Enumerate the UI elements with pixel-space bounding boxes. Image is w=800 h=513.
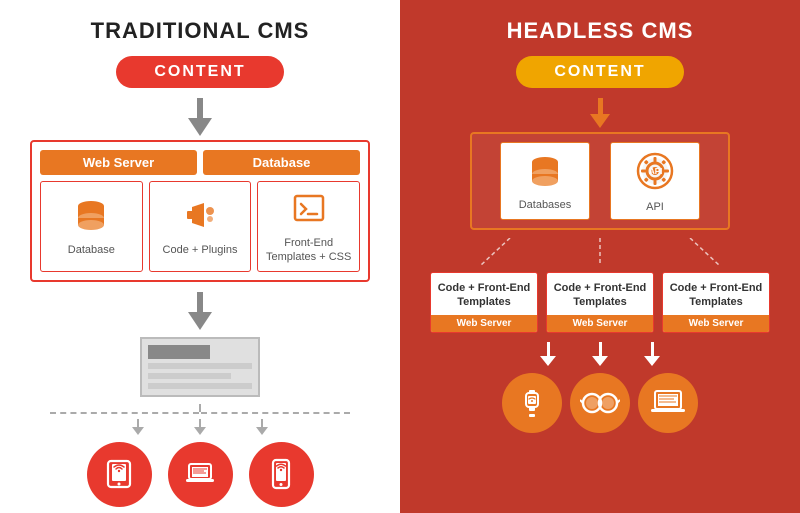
plugin-icon [182,197,218,238]
phone-device [249,442,314,507]
web-server-label: Web Server [40,150,197,175]
traditional-cms-box: Web Server Database Database [30,140,370,282]
headless-content-arrow [590,98,610,128]
traditional-title: TRADITIONAL CMS [91,18,310,44]
traditional-header-row: Web Server Database [40,150,360,175]
server-box-2-label: Web Server [547,315,653,332]
server-box-1-text: Code + Front-End Templates [437,281,531,310]
server-box-2-text: Code + Front-End Templates [553,281,647,310]
headless-api-cell: API API [610,142,700,220]
left-device-arrow [132,419,144,435]
server-box-3-text: Code + Front-End Templates [669,281,763,310]
trad-devices-row [87,442,314,507]
svg-text:API: API [649,167,662,176]
headless-cms-panel: HEADLESS CMS CONTENT Databases [400,0,800,513]
headless-title: HEADLESS CMS [507,18,694,44]
content-to-box-arrow [188,98,212,136]
database-label: Database [203,150,360,175]
headless-content-pill: CONTENT [516,56,683,88]
device-arrows [132,419,268,435]
frontend-icon [291,190,327,231]
api-icon: API [635,151,675,196]
server-boxes-row: Code + Front-End Templates Web Server Co… [430,272,770,333]
database-icon [73,197,109,238]
headless-devices-row [502,373,698,433]
db-cell: Database [40,181,143,272]
frontend-cell: Front-End Templates + CSS [257,181,360,272]
plugin-label: Code + Plugins [163,243,238,257]
headless-db-label: Databases [519,199,572,211]
website-mockup [140,337,260,397]
laptop-device [168,442,233,507]
headless-icons-row: Databases [480,142,720,220]
mockup-line-3 [148,383,252,389]
traditional-content-pill: CONTENT [116,56,283,88]
server-box-3-label: Web Server [663,315,769,332]
right-device-arrow [256,419,268,435]
traditional-icons-row: Database Code + Plugins [40,181,360,272]
headless-left-arrow [540,342,556,366]
db-label: Database [68,243,115,257]
mockup-line-2 [148,373,231,379]
mockup-header-bar [148,345,210,359]
frontend-label: Front-End Templates + CSS [262,236,355,265]
plugin-cell: Code + Plugins [149,181,252,272]
headless-center-arrow [592,342,608,366]
headless-cms-box: Databases [470,132,730,230]
tablet-device [87,442,152,507]
headless-db-cell: Databases [500,142,590,220]
traditional-cms-panel: TRADITIONAL CMS CONTENT Web Server Datab… [0,0,400,513]
headless-api-label: API [646,201,664,213]
server-box-3: Code + Front-End Templates Web Server [662,272,770,333]
headless-database-icon [527,153,563,194]
center-device-arrow [194,419,206,435]
server-box-1: Code + Front-End Templates Web Server [430,272,538,333]
box-to-website-arrow [188,292,212,330]
headless-right-arrow [644,342,660,366]
laptop2-device [638,373,698,433]
server-box-2: Code + Front-End Templates Web Server [546,272,654,333]
server-box-1-label: Web Server [431,315,537,332]
glasses-device [570,373,630,433]
mockup-line-1 [148,363,252,369]
smartwatch-device [502,373,562,433]
